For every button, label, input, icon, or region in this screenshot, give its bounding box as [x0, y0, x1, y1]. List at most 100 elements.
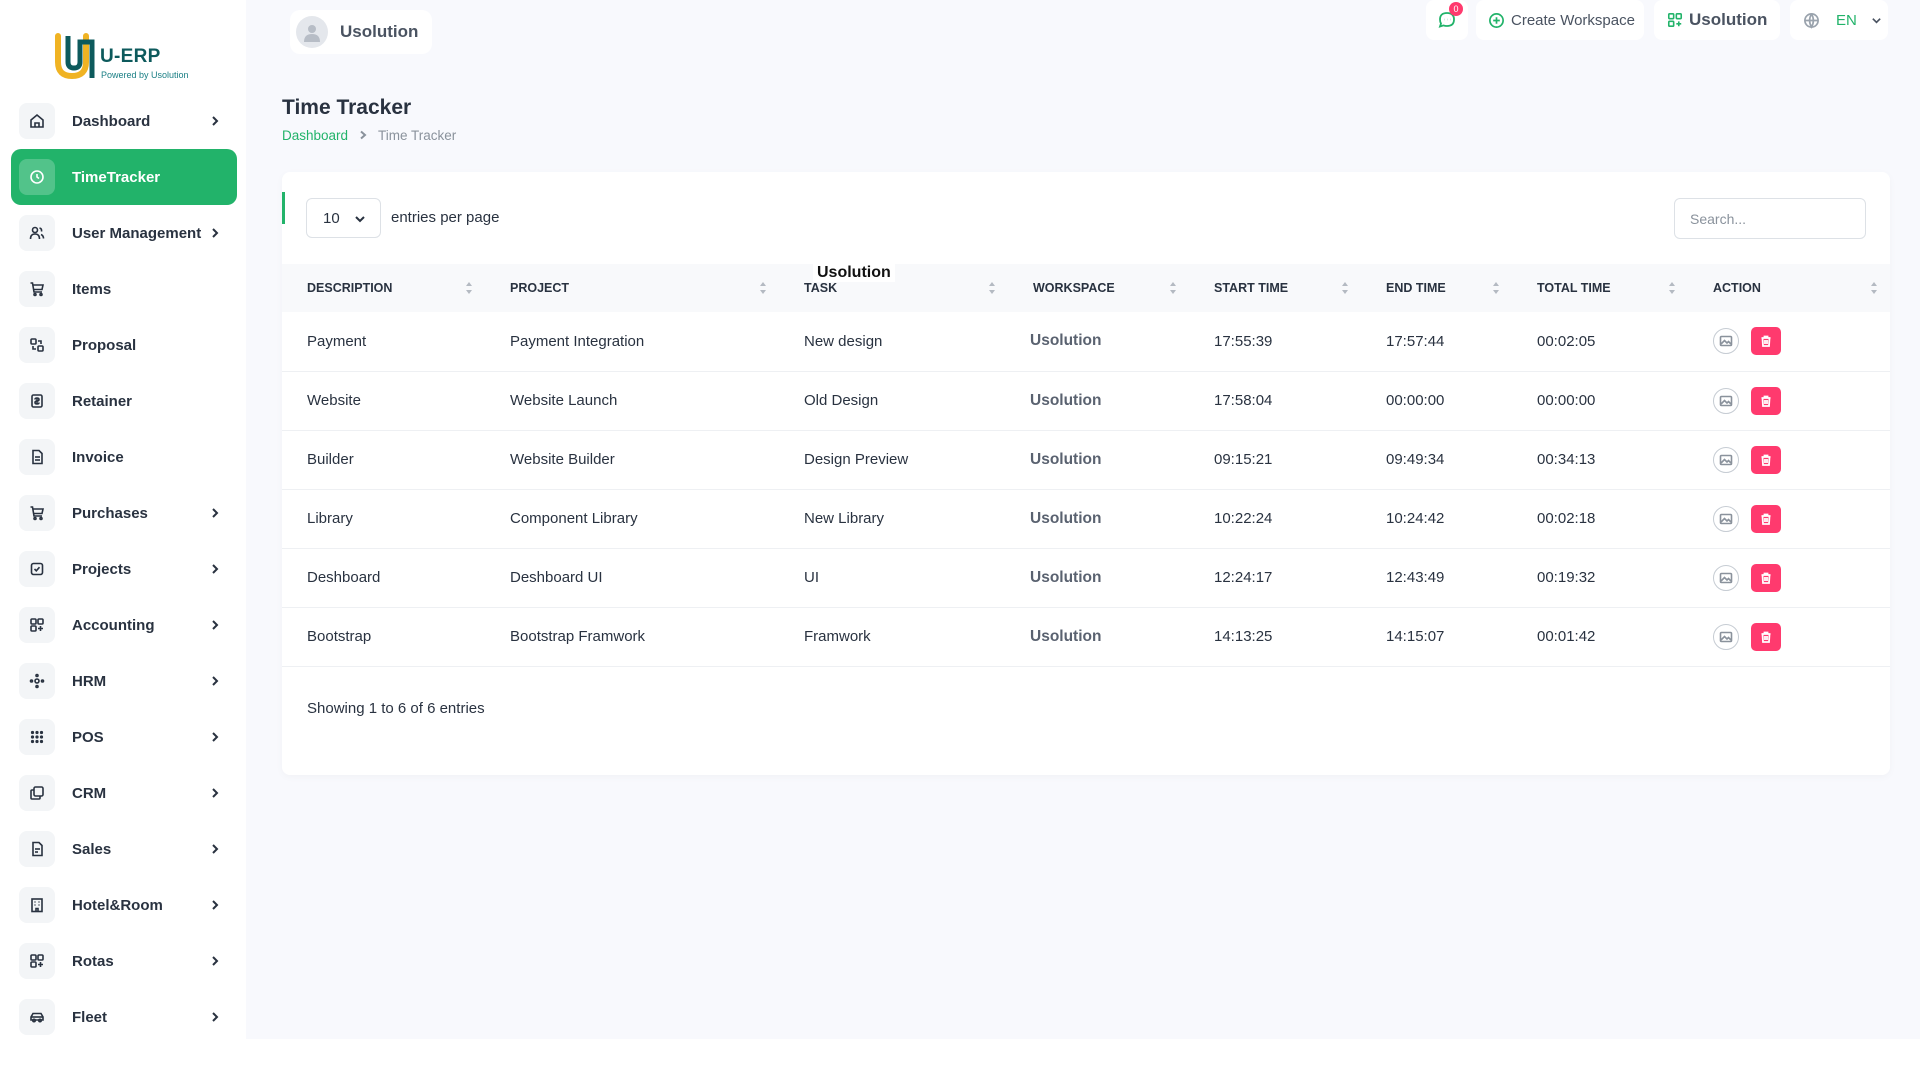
- view-image-button[interactable]: [1713, 505, 1739, 532]
- breadcrumb-current: Time Tracker: [378, 128, 457, 143]
- search-input[interactable]: [1674, 198, 1866, 239]
- cell-end-time: 12:43:49: [1361, 548, 1512, 608]
- column-header-end-time[interactable]: End Time: [1361, 264, 1512, 312]
- entries-per-page-value: 10: [323, 209, 340, 227]
- sort-icon: [1169, 280, 1177, 296]
- view-image-button[interactable]: [1713, 328, 1739, 355]
- sidebar-item-label: Invoice: [72, 448, 124, 466]
- cell-task: Old Design: [779, 371, 1008, 431]
- column-header-project[interactable]: Project: [485, 264, 779, 312]
- dots-grid-icon: [19, 719, 55, 755]
- sidebar-item-pos[interactable]: POS: [11, 709, 237, 765]
- sidebar-item-invoice[interactable]: Invoice: [11, 429, 237, 485]
- sidebar-item-label: Items: [72, 280, 112, 298]
- sidebar-item-fleet[interactable]: Fleet: [11, 989, 237, 1039]
- breadcrumb-dashboard-link[interactable]: Dashboard: [282, 128, 348, 143]
- cell-actions: [1688, 489, 1890, 549]
- user-avatar-icon: [304, 25, 320, 42]
- sidebar-item-dashboard[interactable]: Dashboard: [11, 93, 237, 149]
- sidebar-item-label: Retainer: [72, 392, 133, 410]
- sidebar-item-label: Accounting: [72, 616, 155, 634]
- brand-logo[interactable]: U-ERP Powered by Usolution: [48, 28, 208, 84]
- page-title: Time Tracker: [282, 96, 412, 119]
- column-header-start-time[interactable]: Start Time: [1189, 264, 1361, 312]
- sidebar-item-label: Purchases: [72, 504, 148, 522]
- chevron-right-icon: [205, 507, 225, 519]
- sidebar-item-rotas[interactable]: Rotas: [11, 933, 237, 989]
- cart-icon: [19, 271, 55, 307]
- chevron-right-icon: [205, 675, 225, 687]
- sidebar-item-items[interactable]: Items: [11, 261, 237, 317]
- sidebar-item-hrm[interactable]: HRM: [11, 653, 237, 709]
- cell-description: Deshboard: [282, 548, 485, 608]
- cell-end-time: 09:49:34: [1361, 430, 1512, 490]
- messages-button[interactable]: 0: [1426, 0, 1468, 40]
- trash-icon: [1761, 572, 1771, 584]
- sidebar-item-label: User Management: [72, 224, 202, 242]
- sidebar-item-crm[interactable]: CRM: [11, 765, 237, 821]
- sidebar-item-label: Fleet: [72, 1008, 108, 1026]
- brand-title: U-ERP: [100, 46, 161, 67]
- cell-actions: [1688, 607, 1890, 667]
- chevron-right-icon: [205, 227, 225, 239]
- file-icon: [19, 831, 55, 867]
- language-selector[interactable]: EN: [1790, 0, 1888, 40]
- view-image-button[interactable]: [1713, 623, 1739, 650]
- sidebar-item-projects[interactable]: Projects: [11, 541, 237, 597]
- retainer-icon: [19, 383, 55, 419]
- column-header-workspace[interactable]: Workspace: [1008, 264, 1189, 312]
- sidebar-item-accounting[interactable]: Accounting: [11, 597, 237, 653]
- sidebar-item-sales[interactable]: Sales: [11, 821, 237, 877]
- cell-workspace: Usolution: [1008, 489, 1189, 549]
- delete-button[interactable]: [1751, 622, 1781, 651]
- image-icon: [1719, 513, 1733, 524]
- cell-description: Bootstrap: [282, 607, 485, 667]
- brand-logo-mark-icon: [55, 33, 95, 80]
- trash-icon: [1761, 335, 1771, 348]
- card-accent-bar: [282, 192, 285, 224]
- delete-button[interactable]: [1751, 386, 1781, 415]
- entries-per-page-select[interactable]: 10: [306, 198, 381, 238]
- delete-button[interactable]: [1751, 327, 1781, 356]
- app-root: U-ERP Powered by Usolution Dashboard Tim…: [0, 0, 1920, 1039]
- sidebar-item-timetracker[interactable]: TimeTracker: [11, 149, 237, 205]
- chevron-right-icon: [205, 899, 225, 911]
- view-image-button[interactable]: [1713, 564, 1739, 591]
- time-tracker-card: 10 entries per page Description Project …: [282, 172, 1890, 775]
- cell-start-time: 09:15:21: [1189, 430, 1361, 490]
- cell-task: New design: [779, 312, 1008, 372]
- cell-description: Payment: [282, 312, 485, 372]
- view-image-button[interactable]: [1713, 387, 1739, 414]
- home-icon: [19, 103, 55, 139]
- trash-icon: [1761, 395, 1771, 407]
- cell-project: Website Launch: [485, 371, 779, 431]
- delete-button[interactable]: [1751, 504, 1781, 533]
- column-header-description[interactable]: Description: [282, 264, 485, 312]
- chevron-right-icon: [205, 955, 225, 967]
- sidebar-item-retainer[interactable]: Retainer: [11, 373, 237, 429]
- sidebar-item-label: Sales: [72, 840, 112, 858]
- cell-project: Payment Integration: [485, 312, 779, 372]
- cell-task: Framwork: [779, 607, 1008, 667]
- cell-start-time: 10:22:24: [1189, 489, 1361, 549]
- cell-project: Deshboard UI: [485, 548, 779, 608]
- cell-description: Website: [282, 371, 485, 431]
- cell-project: Component Library: [485, 489, 779, 549]
- view-image-button[interactable]: [1713, 446, 1739, 473]
- sidebar-item-proposal[interactable]: Proposal: [11, 317, 237, 373]
- user-menu[interactable]: Usolution: [290, 10, 433, 54]
- delete-button[interactable]: [1751, 445, 1781, 474]
- sidebar-item-hotel-room[interactable]: Hotel&Room: [11, 877, 237, 933]
- sidebar: U-ERP Powered by Usolution Dashboard Tim…: [0, 0, 246, 1039]
- column-header-total-time[interactable]: Total Time: [1512, 264, 1688, 312]
- building-icon: [19, 887, 55, 923]
- workspace-switcher[interactable]: Usolution: [1654, 0, 1780, 40]
- cell-total-time: 00:19:32: [1512, 548, 1688, 608]
- cell-task: Design Preview: [779, 430, 1008, 490]
- cell-start-time: 14:13:25: [1189, 607, 1361, 667]
- column-header-action[interactable]: Action: [1688, 264, 1890, 312]
- sidebar-item-user-management[interactable]: User Management: [11, 205, 237, 261]
- delete-button[interactable]: [1751, 563, 1781, 592]
- sidebar-item-purchases[interactable]: Purchases: [11, 485, 237, 541]
- create-workspace-button[interactable]: Create Workspace: [1476, 0, 1644, 40]
